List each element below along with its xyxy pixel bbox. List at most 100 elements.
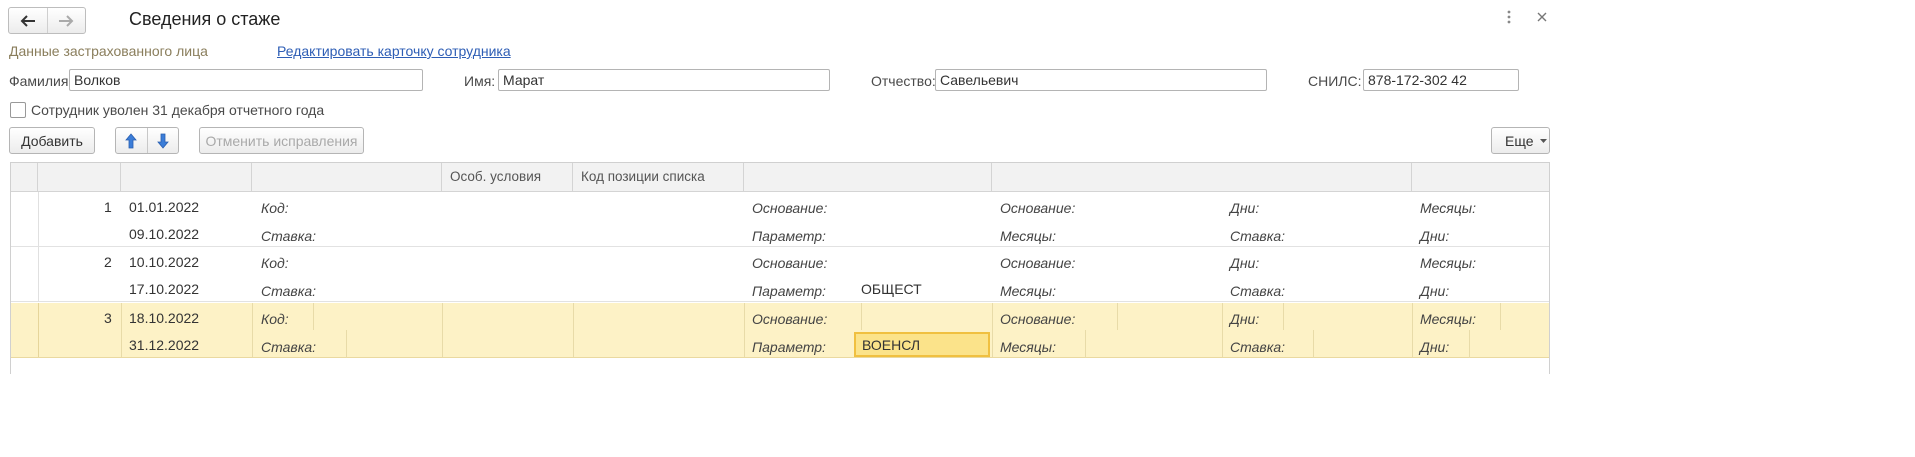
header-long-service[interactable] bbox=[992, 163, 1412, 191]
row-gutter bbox=[11, 303, 39, 357]
dropdown-caret-icon bbox=[1539, 138, 1547, 143]
date-from[interactable]: 01.01.2022 bbox=[129, 199, 199, 215]
basis-label: Основание: bbox=[752, 200, 828, 216]
cell-divider bbox=[1085, 330, 1086, 358]
days-label: Дни: bbox=[1420, 339, 1450, 355]
close-icon[interactable] bbox=[1536, 10, 1548, 28]
patronymic-input[interactable]: Савельевич bbox=[935, 69, 1267, 91]
more-vertical-icon[interactable] bbox=[1506, 10, 1512, 29]
forward-button[interactable] bbox=[46, 8, 86, 33]
cell-divider bbox=[1117, 303, 1118, 330]
rate-label: Ставка: bbox=[1230, 283, 1285, 299]
cell-divider bbox=[442, 303, 443, 357]
header-period[interactable] bbox=[121, 163, 252, 191]
parameter-label: Параметр: bbox=[752, 228, 826, 244]
surname-input[interactable]: Волков bbox=[69, 69, 423, 91]
row-number: 1 bbox=[104, 199, 112, 215]
days-label: Дни: bbox=[1230, 311, 1260, 327]
parameter-label: Параметр: bbox=[752, 339, 826, 355]
move-down-icon bbox=[156, 133, 169, 149]
parameter-value-selected[interactable]: ВОЕНСЛ bbox=[854, 332, 990, 357]
parameter-label: Параметр: bbox=[752, 283, 826, 299]
cell-divider bbox=[1222, 303, 1223, 357]
row-gutter bbox=[11, 192, 39, 246]
header-special-conditions[interactable]: Особ. условия bbox=[442, 163, 573, 191]
back-arrow-icon bbox=[20, 14, 35, 27]
cell-divider bbox=[1500, 303, 1501, 330]
patronymic-label: Отчество: bbox=[871, 73, 936, 89]
rate-label: Ставка: bbox=[261, 228, 316, 244]
date-from[interactable]: 10.10.2022 bbox=[129, 254, 199, 270]
move-down-button[interactable] bbox=[148, 128, 179, 153]
days-label: Дни: bbox=[1420, 283, 1450, 299]
move-up-button[interactable] bbox=[116, 128, 148, 153]
name-input[interactable]: Марат bbox=[498, 69, 830, 91]
months-label: Месяцы: bbox=[1420, 255, 1476, 271]
date-to[interactable]: 17.10.2022 bbox=[129, 281, 199, 297]
code-label: Код: bbox=[261, 200, 289, 216]
days-label: Дни: bbox=[1230, 200, 1260, 216]
row-number: 2 bbox=[104, 254, 112, 270]
add-button[interactable]: Добавить bbox=[9, 127, 95, 154]
header-gutter bbox=[11, 163, 38, 191]
days-label: Дни: bbox=[1230, 255, 1260, 271]
cell-divider bbox=[861, 303, 862, 330]
months-label: Месяцы: bbox=[1420, 311, 1476, 327]
header-list-position-code[interactable]: Код позиции списка bbox=[573, 163, 744, 191]
cell-divider bbox=[992, 303, 993, 357]
table-row[interactable]: 2 10.10.2022 17.10.2022 Код: Ставка: Осн… bbox=[11, 247, 1549, 302]
rate-label: Ставка: bbox=[1230, 228, 1285, 244]
snils-input[interactable]: 878-172-302 42 bbox=[1363, 69, 1519, 91]
snils-label: СНИЛС: bbox=[1308, 73, 1362, 89]
date-to[interactable]: 31.12.2022 bbox=[129, 337, 199, 353]
rate-label: Ставка: bbox=[1230, 339, 1285, 355]
date-to[interactable]: 09.10.2022 bbox=[129, 226, 199, 242]
code-label: Код: bbox=[261, 311, 289, 327]
date-from[interactable]: 18.10.2022 bbox=[129, 310, 199, 326]
row-number: 3 bbox=[104, 310, 112, 326]
header-calc-conditions[interactable] bbox=[744, 163, 992, 191]
row-gutter bbox=[11, 247, 39, 301]
cell-divider bbox=[313, 303, 314, 330]
table-row[interactable]: 1 01.01.2022 09.10.2022 Код: Ставка: Осн… bbox=[11, 192, 1549, 247]
insured-person-label: Данные застрахованного лица bbox=[9, 43, 208, 59]
cell-divider bbox=[1313, 330, 1314, 358]
months-label: Месяцы: bbox=[1000, 228, 1056, 244]
forward-arrow-icon bbox=[59, 14, 74, 27]
basis-label: Основание: bbox=[1000, 255, 1076, 271]
dismissed-label: Сотрудник уволен 31 декабря отчетного го… bbox=[31, 102, 325, 118]
months-label: Месяцы: bbox=[1000, 339, 1056, 355]
more-label: Еще bbox=[1505, 132, 1534, 149]
nav-buttons bbox=[8, 7, 86, 34]
cell-divider bbox=[744, 303, 745, 357]
cell-divider bbox=[346, 330, 347, 358]
header-extra[interactable] bbox=[1412, 163, 1549, 191]
basis-label: Основание: bbox=[1000, 311, 1076, 327]
table-header: Особ. условия Код позиции списка bbox=[11, 163, 1549, 192]
parameter-value[interactable]: ОБЩЕСТ bbox=[861, 281, 922, 297]
more-button[interactable]: Еще bbox=[1491, 127, 1550, 154]
page-title: Сведения о стаже bbox=[129, 9, 281, 29]
cell-divider bbox=[1283, 303, 1284, 330]
move-up-icon bbox=[125, 132, 138, 148]
months-label: Месяцы: bbox=[1000, 283, 1056, 299]
cell-divider bbox=[1469, 330, 1470, 358]
days-label: Дни: bbox=[1420, 228, 1450, 244]
table-row-selected[interactable]: 3 18.10.2022 31.12.2022 Код: Ставка: Осн… bbox=[11, 303, 1549, 358]
basis-label: Основание: bbox=[752, 311, 828, 327]
basis-label: Основание: bbox=[752, 255, 828, 271]
cell-divider bbox=[1412, 303, 1413, 357]
back-button[interactable] bbox=[9, 8, 47, 33]
move-buttons bbox=[115, 127, 179, 154]
header-territory[interactable] bbox=[252, 163, 442, 191]
header-number[interactable] bbox=[38, 163, 121, 191]
code-label: Код: bbox=[261, 255, 289, 271]
edit-employee-card-link[interactable]: Редактировать карточку сотрудника bbox=[277, 43, 511, 59]
cancel-corrections-button[interactable]: Отменить исправления bbox=[199, 127, 364, 154]
dismissed-checkbox[interactable] bbox=[10, 102, 26, 118]
cell-divider bbox=[121, 303, 122, 357]
months-label: Месяцы: bbox=[1420, 200, 1476, 216]
surname-label: Фамилия: bbox=[9, 73, 73, 89]
cell-divider bbox=[573, 303, 574, 357]
experience-table: Особ. условия Код позиции списка 1 01.01… bbox=[10, 162, 1550, 374]
